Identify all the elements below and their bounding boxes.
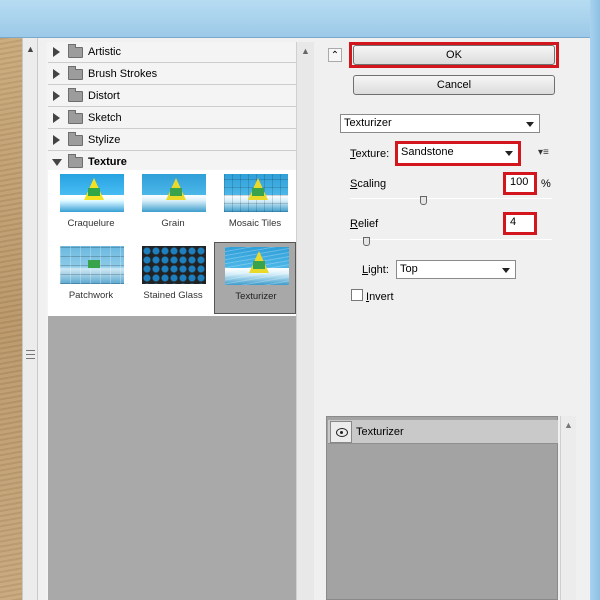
image-preview[interactable] [0,38,22,600]
scaling-slider-track[interactable] [350,198,552,199]
highlight-texture [395,141,521,166]
collapse-gallery-icon[interactable]: ⌃ [328,48,342,62]
category-stylize[interactable]: Stylize [48,130,296,151]
filter-select-value: Texturizer [344,117,392,129]
filter-preview-image [60,174,124,212]
gallery-scrollbar[interactable]: ▲ [296,42,314,600]
folder-icon [68,132,83,146]
filter-thumb-grain[interactable]: Grain [132,170,214,242]
eye-icon[interactable] [330,421,352,443]
filter-preview-image [225,247,289,285]
filter-label: Craquelure [67,218,115,229]
texture-label: Texture: [350,148,390,160]
texture-menu-icon[interactable]: ▾≡ [538,147,549,158]
light-select[interactable]: Top [396,260,516,279]
folder-open-icon [68,154,83,168]
invert-label: Invert [366,291,394,303]
layers-scrollbar[interactable]: ▲ [560,416,576,600]
category-label: Stylize [88,134,121,146]
window-frame-right [590,0,600,600]
filter-label: Mosaic Tiles [228,218,282,229]
filter-label: Patchwork [68,290,114,301]
invert-checkbox[interactable] [351,289,363,301]
scroll-up-arrow-icon[interactable]: ▲ [301,46,310,56]
relief-slider-thumb[interactable] [363,237,371,246]
expand-triangle-icon[interactable] [53,113,60,123]
highlight-scaling [503,172,537,195]
scroll-up-arrow-icon[interactable]: ▲ [26,44,35,54]
filter-thumb-mosaic-tiles[interactable]: Mosaic Tiles [214,170,296,242]
expand-triangle-icon[interactable] [53,47,60,57]
filter-preview-image [224,174,288,212]
effect-layer-row[interactable]: Texturizer [328,420,558,444]
scaling-label: Scaling [350,178,387,190]
filter-thumb-patchwork[interactable]: Patchwork [50,242,132,314]
expand-triangle-icon[interactable] [53,135,60,145]
folder-icon [68,44,83,58]
category-brush-strokes[interactable]: Brush Strokes [48,64,296,85]
folder-icon [68,110,83,124]
highlight-ok [349,42,559,68]
preview-scrollbar[interactable]: ▲ [22,38,38,600]
filter-thumb-texturizer[interactable]: Texturizer [214,242,296,314]
filter-label: Stained Glass [143,290,203,301]
filter-thumb-craquelure[interactable]: Craquelure [50,170,132,242]
dropdown-arrow-icon [502,268,510,273]
expand-triangle-icon[interactable] [53,91,60,101]
filter-thumb-stained-glass[interactable]: Stained Glass [132,242,214,314]
filter-preview-image [142,174,206,212]
light-label: Light: [362,264,389,276]
category-label: Brush Strokes [88,68,158,80]
category-artistic[interactable]: Artistic [48,42,296,63]
highlight-relief [503,212,537,235]
relief-label: Relief [350,218,379,230]
light-select-value: Top [400,263,418,275]
filter-preview-image [142,246,206,284]
filter-label: Texturizer [235,291,277,302]
scroll-grip-icon[interactable] [26,350,35,359]
category-label: Artistic [88,46,121,58]
collapse-triangle-icon[interactable] [52,159,62,166]
filter-label: Grain [161,218,185,229]
scaling-unit: % [541,178,551,190]
expand-triangle-icon[interactable] [53,69,60,79]
scroll-up-arrow-icon[interactable]: ▲ [564,420,573,430]
texture-thumbnails: Craquelure Grain Mosaic Tiles Patchwork … [48,170,296,316]
filter-preview-image [60,246,124,284]
relief-slider-track[interactable] [350,239,552,240]
gallery-empty-area [48,316,296,600]
folder-icon [68,88,83,102]
category-label: Texture [88,156,127,168]
window-titlebar [0,0,600,38]
folder-icon [68,66,83,80]
category-sketch[interactable]: Sketch [48,108,296,129]
scaling-slider-thumb[interactable] [419,196,427,205]
dropdown-arrow-icon [526,122,534,127]
cancel-button[interactable]: Cancel [353,75,555,95]
category-distort[interactable]: Distort [48,86,296,107]
filter-select[interactable]: Texturizer [340,114,540,133]
category-label: Sketch [88,112,122,124]
effect-layer-label: Texturizer [356,426,404,438]
category-label: Distort [88,90,120,102]
